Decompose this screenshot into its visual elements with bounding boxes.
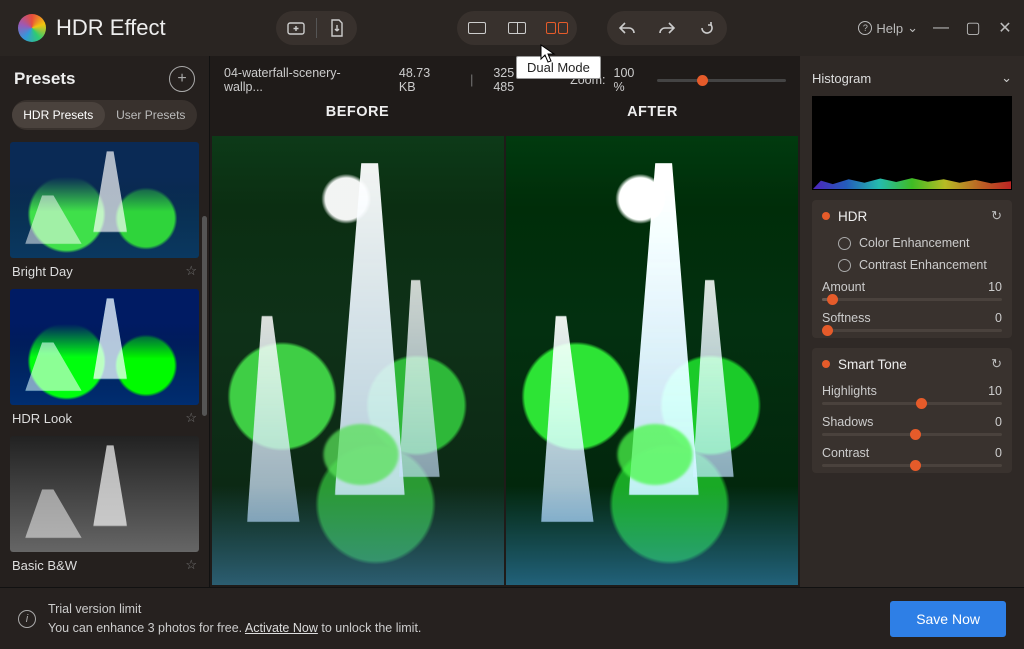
preset-label: Basic B&W — [12, 558, 77, 573]
redo-icon — [658, 21, 676, 35]
export-button[interactable] — [317, 11, 357, 45]
preset-thumbnail — [10, 142, 199, 258]
slider-label: Softness — [822, 311, 871, 325]
section-hdr: HDR ↻ Color Enhancement Contrast Enhance… — [812, 200, 1012, 338]
redo-button[interactable] — [647, 11, 687, 45]
single-view-icon — [468, 22, 486, 34]
section-title: Smart Tone — [838, 357, 983, 372]
undo-icon — [618, 21, 636, 35]
preset-label: Bright Day — [12, 264, 73, 279]
slider-label: Amount — [822, 280, 865, 294]
help-menu[interactable]: ? Help ⌄ — [858, 20, 918, 36]
highlights-slider[interactable] — [822, 402, 1002, 405]
before-image[interactable] — [212, 136, 504, 585]
preset-item[interactable]: Basic B&W ☆ — [10, 436, 199, 573]
slider-value: 0 — [995, 311, 1002, 325]
help-icon: ? — [858, 21, 872, 35]
slider-label: Shadows — [822, 415, 873, 429]
after-heading: AFTER — [505, 100, 800, 134]
slider-value: 10 — [988, 280, 1002, 294]
add-preset-button[interactable]: + — [169, 66, 195, 92]
section-reset-button[interactable]: ↻ — [991, 356, 1002, 372]
zoom-value: 100 % — [614, 66, 649, 94]
minimize-button[interactable]: — — [932, 19, 950, 37]
chevron-down-icon: ⌄ — [907, 20, 918, 36]
preset-thumbnail — [10, 289, 199, 405]
slider-thumb[interactable] — [910, 460, 921, 471]
favorite-toggle[interactable]: ☆ — [185, 557, 197, 573]
histogram-heading: Histogram — [812, 71, 871, 86]
info-icon: i — [18, 610, 36, 628]
preset-item[interactable]: HDR Look ☆ — [10, 289, 199, 426]
presets-scrollbar[interactable] — [202, 216, 207, 416]
dual-view-icon — [546, 22, 568, 34]
radio-icon — [838, 259, 851, 272]
preset-item[interactable]: Bright Day ☆ — [10, 142, 199, 279]
maximize-button[interactable]: ▢ — [964, 18, 982, 38]
slider-value: 10 — [988, 384, 1002, 398]
reset-all-button[interactable] — [687, 11, 727, 45]
view-dual-button[interactable] — [537, 11, 577, 45]
folder-plus-icon — [287, 20, 305, 36]
info-sep: | — [470, 73, 473, 87]
plus-icon: + — [177, 70, 186, 88]
zoom-slider-thumb[interactable] — [697, 75, 708, 86]
tab-hdr-presets[interactable]: HDR Presets — [12, 102, 105, 128]
tooltip: Dual Mode — [516, 56, 601, 79]
section-reset-button[interactable]: ↻ — [991, 208, 1002, 224]
view-split-button[interactable] — [497, 11, 537, 45]
presets-heading: Presets — [14, 69, 75, 89]
view-single-button[interactable] — [457, 11, 497, 45]
activate-link[interactable]: Activate Now — [245, 621, 318, 635]
section-enabled-dot[interactable] — [822, 212, 830, 220]
amount-slider[interactable] — [822, 298, 1002, 301]
slider-value: 0 — [995, 415, 1002, 429]
file-arrow-icon — [329, 19, 345, 37]
slider-label: Contrast — [822, 446, 869, 460]
reset-icon — [699, 20, 715, 36]
slider-label: Highlights — [822, 384, 877, 398]
after-image[interactable] — [506, 136, 798, 585]
radio-label: Contrast Enhancement — [859, 258, 987, 272]
section-title: HDR — [838, 209, 983, 224]
histogram-collapse[interactable]: ⌄ — [1001, 70, 1012, 86]
undo-button[interactable] — [607, 11, 647, 45]
favorite-toggle[interactable]: ☆ — [185, 410, 197, 426]
contrast-slider[interactable] — [822, 464, 1002, 467]
trial-title: Trial version limit — [48, 600, 421, 619]
radio-contrast-enhancement[interactable]: Contrast Enhancement — [812, 254, 1012, 276]
zoom-slider[interactable] — [657, 79, 786, 82]
section-enabled-dot[interactable] — [822, 360, 830, 368]
slider-thumb[interactable] — [827, 294, 838, 305]
before-heading: BEFORE — [210, 100, 505, 134]
slider-value: 0 — [995, 446, 1002, 460]
trial-body: You can enhance 3 photos for free. Activ… — [48, 619, 421, 638]
softness-slider[interactable] — [822, 329, 1002, 332]
radio-icon — [838, 237, 851, 250]
slider-thumb[interactable] — [916, 398, 927, 409]
app-logo — [18, 14, 46, 42]
help-label: Help — [876, 21, 903, 36]
preset-thumbnail — [10, 436, 199, 552]
close-button[interactable]: ✕ — [996, 18, 1014, 38]
open-file-button[interactable] — [276, 11, 316, 45]
split-view-icon — [508, 22, 526, 34]
save-button[interactable]: Save Now — [890, 601, 1006, 637]
histogram — [812, 96, 1012, 190]
slider-thumb[interactable] — [910, 429, 921, 440]
section-smart-tone: Smart Tone ↻ Highlights 10 Shadows 0 — [812, 348, 1012, 473]
app-title: HDR Effect — [56, 15, 166, 41]
slider-thumb[interactable] — [822, 325, 833, 336]
favorite-toggle[interactable]: ☆ — [185, 263, 197, 279]
preset-label: HDR Look — [12, 411, 72, 426]
file-size: 48.73 KB — [399, 66, 450, 94]
tab-user-presets[interactable]: User Presets — [105, 102, 198, 128]
radio-label: Color Enhancement — [859, 236, 969, 250]
radio-color-enhancement[interactable]: Color Enhancement — [812, 232, 1012, 254]
file-name: 04-waterfall-scenery-wallp... — [224, 66, 379, 94]
shadows-slider[interactable] — [822, 433, 1002, 436]
